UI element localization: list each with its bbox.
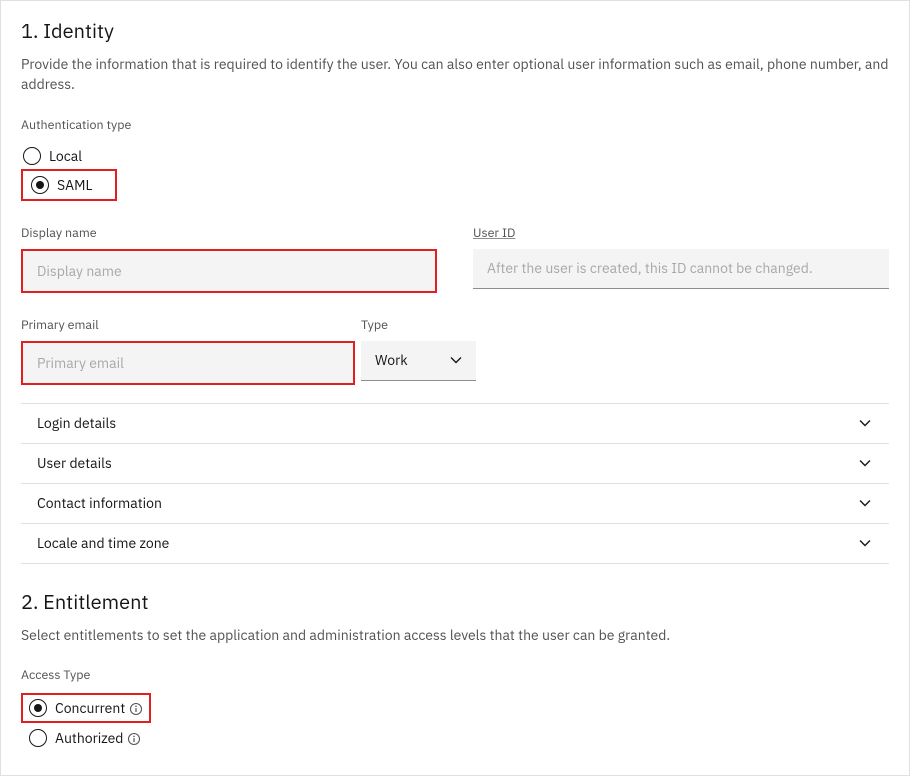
user-id-label: User ID xyxy=(473,225,889,241)
entitlement-section-title: 2. Entitlement xyxy=(21,588,889,615)
accordion-user-details[interactable]: User details xyxy=(21,444,889,484)
primary-email-highlight xyxy=(21,341,355,385)
info-icon[interactable] xyxy=(129,699,143,717)
accordion-login-details[interactable]: Login details xyxy=(21,404,889,444)
access-authorized-label: Authorized xyxy=(55,729,123,747)
chevron-down-icon xyxy=(857,535,873,551)
accordion-label: Locale and time zone xyxy=(37,534,169,552)
radio-icon xyxy=(29,729,47,747)
access-concurrent-label: Concurrent xyxy=(55,699,125,717)
accordion-label: Contact information xyxy=(37,494,162,512)
auth-saml-label: SAML xyxy=(57,176,93,194)
entitlement-section-description: Select entitlements to set the applicati… xyxy=(21,625,889,645)
email-type-select[interactable]: Work xyxy=(361,341,476,381)
user-id-input[interactable] xyxy=(473,249,889,289)
accordion-label: Login details xyxy=(37,414,116,432)
chevron-down-icon xyxy=(857,495,873,511)
auth-type-label: Authentication type xyxy=(21,117,889,133)
info-icon[interactable] xyxy=(127,729,141,747)
email-type-label: Type xyxy=(361,317,476,333)
email-type-value: Work xyxy=(375,351,408,369)
radio-icon xyxy=(29,699,47,717)
display-name-highlight xyxy=(21,249,437,293)
accordion-list: Login details User details Contact infor… xyxy=(21,403,889,564)
identity-section-title: 1. Identity xyxy=(21,17,889,44)
auth-local-label: Local xyxy=(49,147,82,165)
access-authorized-radio[interactable]: Authorized xyxy=(21,725,889,751)
chevron-down-icon xyxy=(448,352,464,368)
primary-email-label: Primary email xyxy=(21,317,355,333)
display-name-input[interactable] xyxy=(23,251,435,291)
radio-icon xyxy=(31,176,49,194)
access-concurrent-radio[interactable]: Concurrent xyxy=(23,695,147,721)
auth-saml-highlight: SAML xyxy=(21,169,117,201)
access-concurrent-highlight: Concurrent xyxy=(21,693,151,723)
access-type-label: Access Type xyxy=(21,667,889,683)
display-name-label: Display name xyxy=(21,225,437,241)
identity-section-description: Provide the information that is required… xyxy=(21,54,889,95)
chevron-down-icon xyxy=(857,415,873,431)
accordion-locale-timezone[interactable]: Locale and time zone xyxy=(21,524,889,564)
primary-email-input[interactable] xyxy=(23,343,353,383)
auth-type-radio-group: Local SAML xyxy=(21,143,889,201)
accordion-label: User details xyxy=(37,454,112,472)
radio-icon xyxy=(23,147,41,165)
access-type-radio-group: Concurrent Authorized xyxy=(21,693,889,751)
auth-local-radio[interactable]: Local xyxy=(21,143,889,169)
auth-saml-radio[interactable]: SAML xyxy=(25,173,111,197)
chevron-down-icon xyxy=(857,455,873,471)
accordion-contact-information[interactable]: Contact information xyxy=(21,484,889,524)
